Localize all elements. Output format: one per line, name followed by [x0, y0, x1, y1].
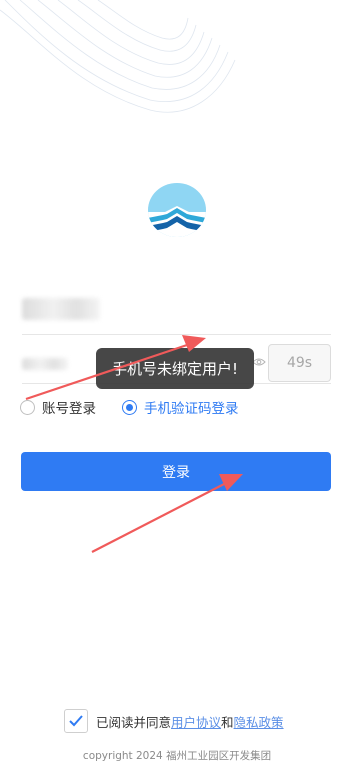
- error-toast: 手机号未绑定用户!: [96, 348, 254, 389]
- user-agreement-link[interactable]: 用户协议: [171, 712, 221, 731]
- copyright-text: copyright 2024 福州工业园区开发集团: [82, 750, 272, 762]
- login-button[interactable]: 登录: [21, 452, 331, 491]
- wave-logo-icon: [148, 183, 206, 237]
- phone-value-redacted: [22, 298, 100, 320]
- account-login-option[interactable]: 账号登录: [20, 397, 96, 417]
- sms-login-option[interactable]: 手机验证码登录: [122, 397, 239, 417]
- check-icon: [69, 715, 83, 727]
- resend-code-countdown-button[interactable]: 49s: [268, 344, 331, 382]
- account-login-label: 账号登录: [42, 401, 96, 417]
- radio-account[interactable]: [20, 399, 35, 415]
- background-decoration: [0, 0, 236, 113]
- agreement-and: 和: [221, 714, 234, 730]
- privacy-policy-link[interactable]: 隐私政策: [234, 712, 284, 731]
- sms-login-label: 手机验证码登录: [144, 401, 239, 417]
- eye-icon[interactable]: [252, 357, 266, 367]
- agreement-checkbox[interactable]: [64, 709, 88, 733]
- agreement-row: 已阅读并同意 用户协议 和 隐私政策: [64, 708, 284, 734]
- agreement-prefix: 已阅读并同意: [96, 714, 172, 730]
- login-type-selector: 账号登录 手机验证码登录: [20, 397, 239, 417]
- annotation-arrow: [91, 481, 229, 553]
- code-value-redacted: [22, 358, 68, 370]
- radio-sms[interactable]: [122, 399, 137, 415]
- phone-input[interactable]: [22, 292, 331, 335]
